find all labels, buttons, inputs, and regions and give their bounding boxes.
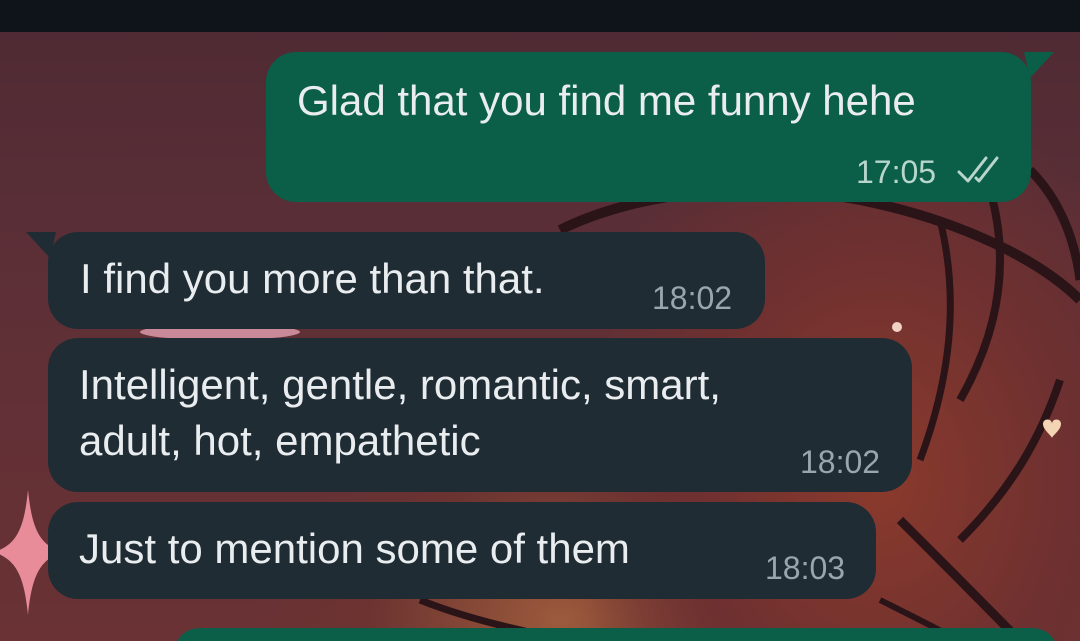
message-bubble-incoming[interactable]: I find you more than that. 18:02 bbox=[48, 232, 765, 329]
double-check-icon bbox=[957, 156, 999, 183]
message-time: 18:02 bbox=[652, 280, 733, 316]
message-time: 17:05 bbox=[856, 154, 937, 190]
bubble-tail-outgoing bbox=[1024, 52, 1054, 78]
message-time: 18:02 bbox=[800, 444, 881, 480]
message-text: Just to mention some of them bbox=[79, 525, 630, 572]
message-text: I find you more than that. bbox=[80, 255, 545, 302]
message-text-line-1: Intelligent, gentle, romantic, smart, bbox=[79, 361, 721, 408]
message-bubble-incoming[interactable]: Just to mention some of them 18:03 bbox=[48, 502, 876, 599]
message-time: 18:03 bbox=[765, 550, 846, 586]
message-text-line-2: adult, hot, empathetic bbox=[79, 417, 481, 464]
top-bar bbox=[0, 0, 1080, 32]
message-bubble-incoming[interactable]: Intelligent, gentle, romantic, smart, ad… bbox=[48, 338, 912, 492]
message-bubble-outgoing[interactable]: Glad that you find me funny hehe 17:05 bbox=[266, 52, 1031, 202]
message-text: Glad that you find me funny hehe bbox=[297, 77, 916, 124]
